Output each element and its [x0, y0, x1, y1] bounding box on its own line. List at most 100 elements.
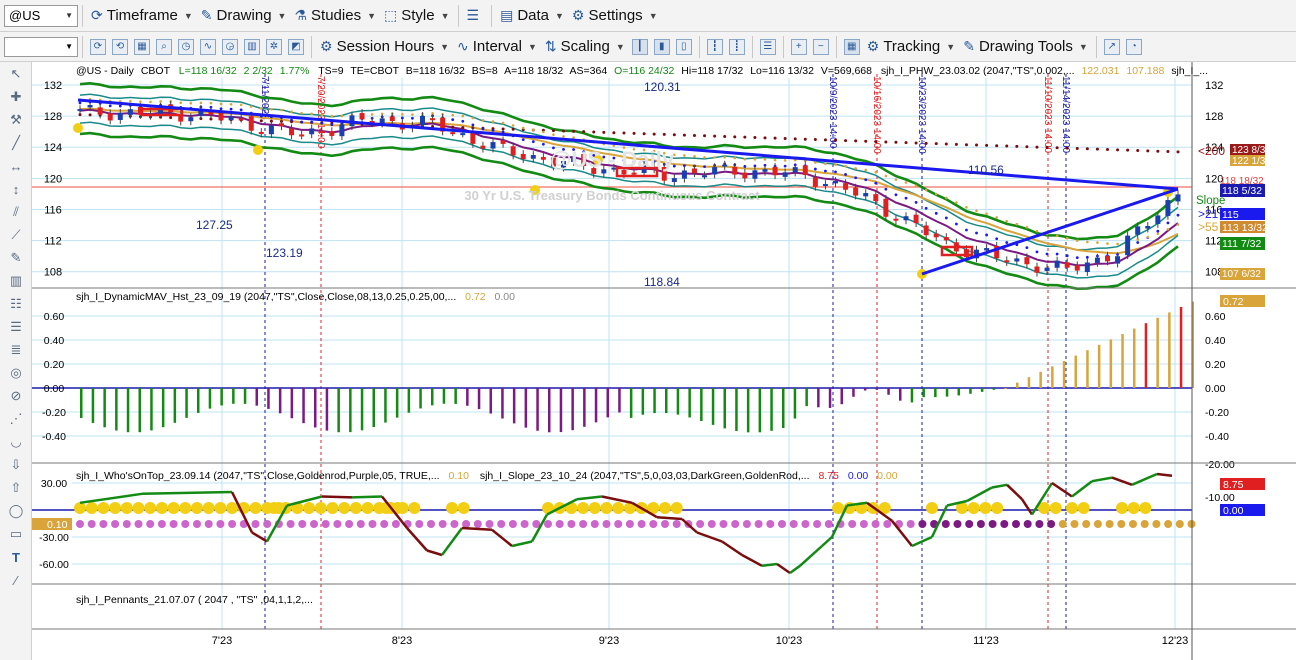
ma55-dot	[733, 156, 737, 160]
ellipse-icon[interactable]: ◯	[4, 500, 28, 522]
zoom-in-icon[interactable]: +	[790, 38, 807, 55]
interval-button[interactable]: ∿ Interval ▼	[453, 35, 541, 59]
cube-icon[interactable]: ◩	[288, 38, 304, 55]
slope-label: Slope	[1196, 195, 1225, 207]
ma200-dot	[1176, 150, 1180, 154]
who-gold-dot	[326, 502, 339, 514]
ma200-dot	[753, 135, 757, 139]
ma55-dot	[844, 164, 847, 168]
chevron-down-icon[interactable]: ▼	[65, 42, 73, 51]
bar-chart-icon[interactable]: ┃	[631, 38, 648, 55]
who-dot	[625, 520, 634, 528]
clock-icon[interactable]: ◷	[178, 38, 194, 55]
style-button[interactable]: ⬚ Style ▼	[380, 4, 454, 28]
arrow-down-icon[interactable]: ⇩	[4, 454, 28, 476]
wave-icon[interactable]: ∿	[200, 38, 216, 55]
hist-tick-right: 0.40	[1205, 335, 1226, 347]
session-hours-button[interactable]: ⚙ Session Hours ▼	[316, 35, 453, 59]
text-icon[interactable]: T	[4, 546, 28, 568]
ray-icon[interactable]: ⟋	[4, 224, 28, 246]
event-label: 10/9/2023 14:00	[827, 76, 838, 149]
gear-small-icon[interactable]: ✲	[266, 38, 282, 55]
rectangle-icon[interactable]: ▭	[4, 523, 28, 545]
layout-button[interactable]: ☰	[463, 4, 488, 28]
tracking-icon: ⚙	[866, 38, 880, 54]
zoom-out-icon[interactable]: −	[812, 38, 829, 55]
ma55-dot	[189, 101, 193, 105]
chart-grid-icon[interactable]: ▦	[843, 38, 860, 55]
ma21-dot	[954, 222, 958, 226]
bars-icon[interactable]: ▥	[244, 38, 260, 55]
histogram-icon[interactable]: ┇	[706, 38, 723, 55]
ma21-dot	[1045, 252, 1049, 256]
histogram-alt-icon[interactable]: ┋	[728, 38, 745, 55]
vertical-line-icon[interactable]: ↕	[4, 178, 28, 200]
columns-icon[interactable]: ▥	[4, 270, 28, 292]
drawing-tools-button[interactable]: ✎ Drawing Tools ▼	[959, 35, 1092, 59]
line-icon[interactable]: ╱	[4, 132, 28, 154]
swing-marker	[253, 145, 263, 155]
x-axis-label: 11'23	[973, 635, 999, 647]
sync-icon[interactable]: ⟲	[112, 38, 128, 55]
who-dot	[1093, 520, 1102, 528]
symbol-input[interactable]: @US ▼	[4, 4, 78, 27]
hist-bar	[126, 388, 130, 433]
ma200-dot	[934, 142, 938, 146]
studies-button[interactable]: ⚗ Studies ▼	[290, 4, 380, 28]
who-dot	[356, 520, 365, 528]
settings-button[interactable]: ⚙ Settings ▼	[568, 4, 662, 28]
fib-alt-icon[interactable]: ☰	[4, 316, 28, 338]
gauge-icon[interactable]: ◔	[1125, 38, 1142, 55]
pointer-icon[interactable]: ↖	[4, 63, 28, 85]
chart-line-icon[interactable]: ↗	[1103, 38, 1120, 55]
who-gold-dot	[991, 502, 1004, 514]
eraser-icon[interactable]: ⁄	[4, 569, 28, 591]
ma200-dot	[259, 119, 263, 123]
hist-bar	[875, 388, 879, 390]
layout-alt-icon[interactable]: ☰	[759, 38, 776, 55]
ma200-dot	[682, 133, 686, 137]
candles-alt-icon[interactable]: ▯	[675, 38, 692, 55]
secondary-input[interactable]: ▼	[4, 36, 78, 57]
crosshair-icon[interactable]: ✚	[4, 86, 28, 108]
ma55-dot	[824, 162, 827, 166]
pencil-icon[interactable]: ✎	[4, 247, 28, 269]
ma200-dot	[1136, 149, 1140, 153]
clock-alt-icon[interactable]: ◶	[222, 38, 238, 55]
refresh-icon[interactable]: ⟳	[90, 38, 106, 55]
data-button[interactable]: ▤ Data ▼	[496, 4, 568, 28]
ma55-dot	[330, 114, 334, 118]
who-dot	[473, 520, 482, 528]
gann-icon[interactable]: ⊘	[4, 385, 28, 407]
hist-bar	[887, 388, 890, 395]
arc-icon[interactable]: ◡	[4, 431, 28, 453]
horizontal-line-icon[interactable]: ↔	[4, 155, 28, 177]
tracking-button[interactable]: ⚙ Tracking ▼	[863, 35, 959, 59]
hist-bar	[1097, 344, 1101, 388]
chevron-down-icon[interactable]: ▼	[65, 11, 73, 20]
wrench-icon[interactable]: ⚒	[4, 109, 28, 131]
timeframe-button[interactable]: ⟳ Timeframe ▼	[87, 4, 197, 28]
who-dot	[789, 520, 798, 528]
chart-area[interactable]: 7/11/2023 7/20/2023 14:00 10/9/2023 14:00 1…	[32, 62, 1296, 660]
spiral-icon[interactable]: ◎	[4, 362, 28, 384]
fan-icon[interactable]: ⋰	[4, 408, 28, 430]
search-icon[interactable]: ⌕	[156, 38, 172, 55]
hist-bar	[700, 388, 703, 422]
candle-body	[1024, 257, 1030, 265]
scaling-button[interactable]: ⇅ Scaling ▼	[541, 35, 629, 59]
drawing-button[interactable]: ✎ Drawing ▼	[197, 4, 291, 28]
candles-icon[interactable]: ▮	[653, 38, 670, 55]
candle-body	[278, 123, 284, 127]
who-dot	[251, 520, 260, 528]
list-icon[interactable]: ≣	[4, 339, 28, 361]
hist-bar	[782, 388, 785, 429]
interval-label: Interval	[472, 38, 522, 55]
fib-icon[interactable]: ☷	[4, 293, 28, 315]
grid-icon[interactable]: ▦	[134, 38, 150, 55]
channel-icon[interactable]: ⫽	[4, 201, 28, 223]
ma21-dot	[813, 167, 817, 171]
arrow-up-icon[interactable]: ⇧	[4, 477, 28, 499]
x-axis-label: 12'23	[1162, 635, 1189, 647]
ma21-dot	[944, 216, 948, 220]
